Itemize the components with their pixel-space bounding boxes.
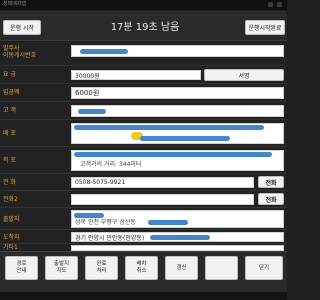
sign-button[interactable]: 서명 <box>204 69 284 81</box>
row-phone: 전 화 0508-5075-9921 전화 <box>0 174 287 191</box>
route-guide-button[interactable]: 경로 안내 <box>5 256 38 280</box>
row-deposit: 입금액 6000원 <box>0 84 287 102</box>
app-title: 청매배차앱 <box>3 1 27 7</box>
redacted-text <box>74 152 272 157</box>
close-icon <box>277 2 282 7</box>
deposit-label: 입금액 <box>3 89 20 96</box>
departure-label: 출발지 <box>3 216 20 223</box>
row-departure: 출발지 성북 인천 부평구 삼산동 <box>0 208 287 230</box>
refresh-button[interactable]: 갱신 <box>165 256 198 280</box>
row-phone2: 전화2 전화 <box>0 191 287 208</box>
arrival-label: 도착지 <box>3 234 20 241</box>
status-bar: 청매배차앱 <box>0 0 287 10</box>
distance-text: 고객과의 거리: 344미터 <box>80 161 142 168</box>
blank-button[interactable] <box>205 256 238 280</box>
customer-label: 고 객 <box>3 107 16 114</box>
row-customer: 고 객 <box>0 102 287 120</box>
row-dispatch: 발주사 이동개시번호 <box>0 42 287 66</box>
drive-start-complete-button[interactable]: 운행시작완료 <box>245 20 285 35</box>
row-extra: 기타1 <box>0 244 287 251</box>
deposit-field[interactable]: 6000원 <box>71 87 284 99</box>
redacted-text <box>148 220 188 225</box>
redacted-text <box>74 213 104 218</box>
call-button[interactable]: 전화 <box>258 176 284 188</box>
call2-button[interactable]: 전화 <box>258 193 284 205</box>
redacted-text <box>74 125 264 130</box>
pickup-label: 배 포 <box>3 130 16 137</box>
row-arrival: 도착지 경기 안양시 만안동(안양동) <box>0 230 287 244</box>
order-detail-form: 발주사 이동개시번호 요 금 30000원 서명 입금액 6000원 고 객 배… <box>0 42 287 251</box>
fare-field[interactable]: 30000원 <box>71 70 201 80</box>
departure-address: 성북 인천 부평구 삼산동 <box>75 219 136 226</box>
phone-label: 전 화 <box>3 179 16 186</box>
phone2-field[interactable] <box>71 194 254 205</box>
extra-label: 기타1 <box>3 244 18 251</box>
countdown-timer: 17분 19초 남음 <box>110 22 180 33</box>
window-icon <box>268 2 273 7</box>
bottom-action-bar: 경로 안내 출발지 지도 완료 처리 배차 취소 갱신 닫기 <box>0 251 287 300</box>
fare-label: 요 금 <box>3 71 16 78</box>
departure-map-button[interactable]: 출발지 지도 <box>45 256 78 280</box>
row-pickup: 배 포 <box>0 120 287 147</box>
complete-button[interactable]: 완료 처리 <box>85 256 118 280</box>
close-button[interactable]: 닫기 <box>245 256 283 280</box>
row-fare: 요 금 30000원 서명 <box>0 66 287 84</box>
cancel-dispatch-button[interactable]: 배차 취소 <box>125 256 158 280</box>
redacted-text <box>80 49 128 54</box>
nav-strip <box>0 292 287 300</box>
start-drive-button[interactable]: 운행 시작 <box>3 20 41 35</box>
redacted-text <box>140 136 230 141</box>
redacted-text <box>78 109 106 114</box>
redacted-text <box>150 235 210 240</box>
phone2-label: 전화2 <box>3 196 18 203</box>
phone-field[interactable]: 0508-5075-9921 <box>71 177 254 188</box>
dropoff-label: 적 포 <box>3 157 16 164</box>
header: 운행 시작 17분 19초 남음 운행시작완료 <box>0 11 287 41</box>
row-dropoff: 적 포 고객과의 거리: 344미터 <box>0 147 287 174</box>
dispatch-label: 발주사 이동개시번호 <box>3 45 37 59</box>
